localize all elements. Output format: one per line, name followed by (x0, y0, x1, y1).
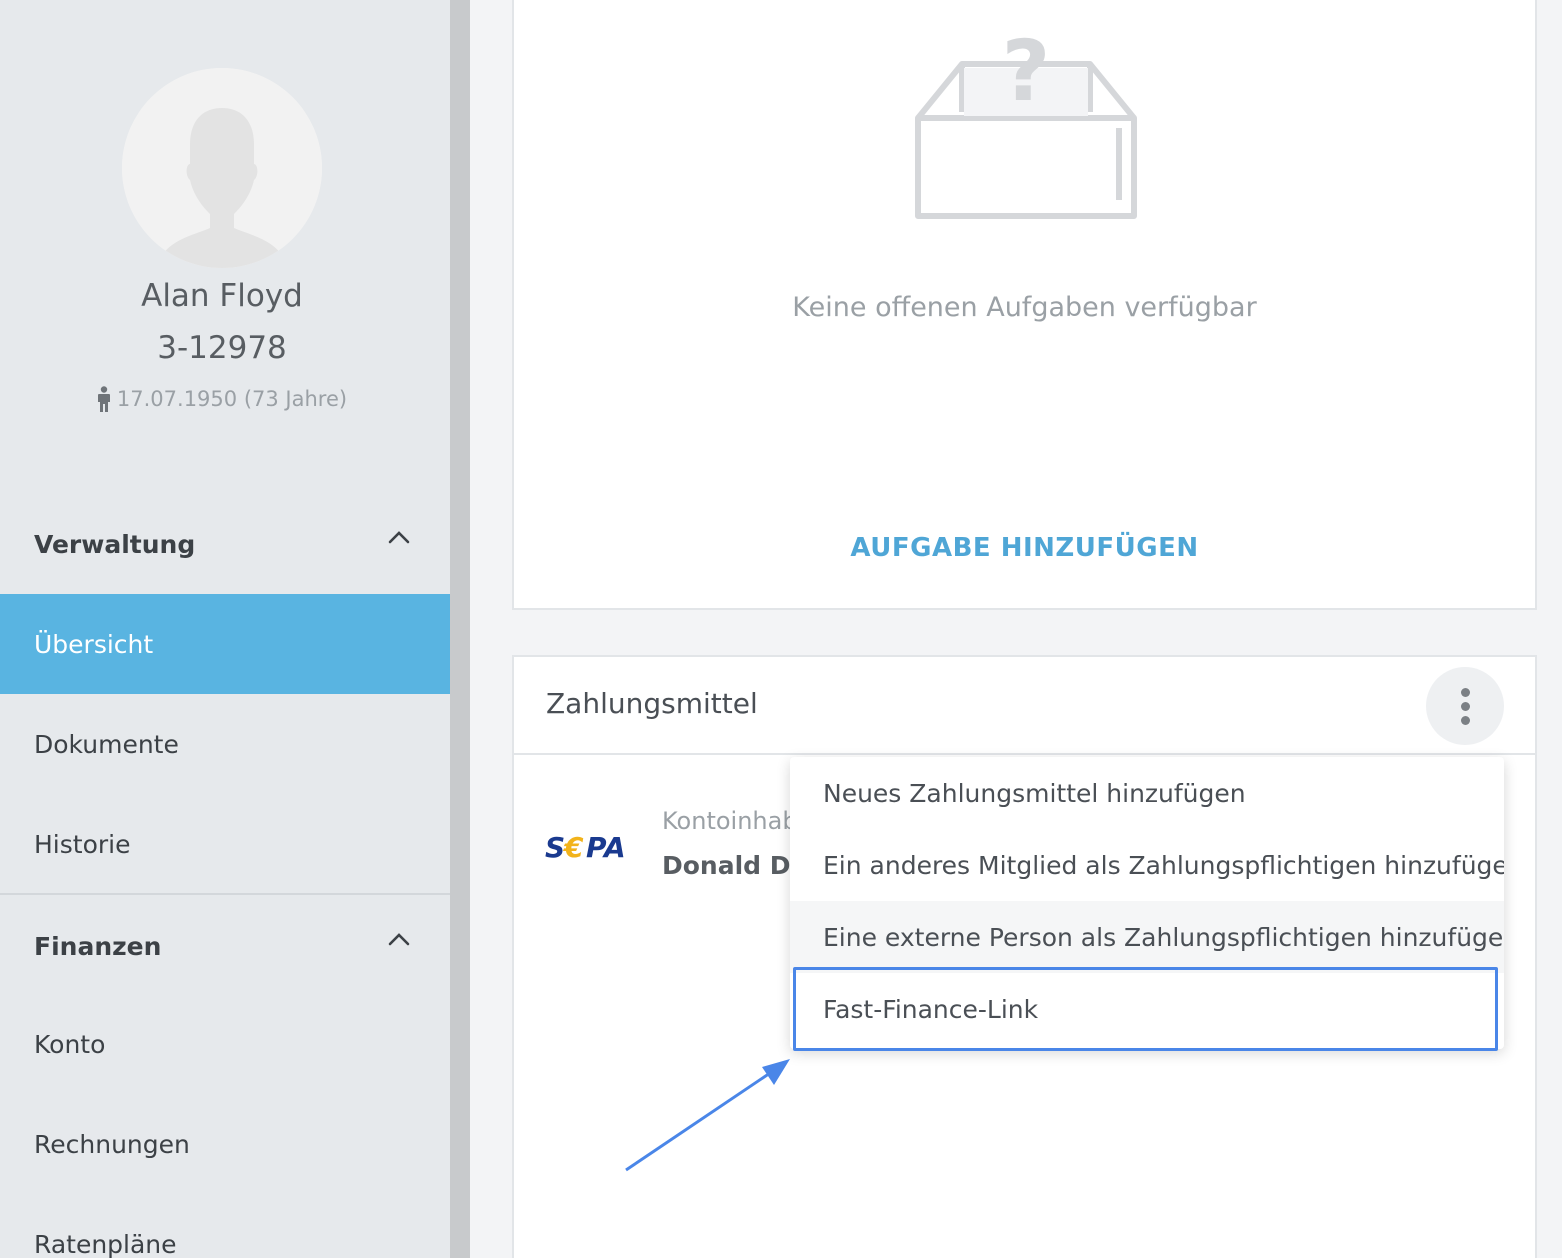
nav-section-verwaltung[interactable]: Verwaltung (0, 494, 450, 594)
menu-item-label: Neues Zahlungsmittel hinzufügen (823, 778, 1246, 808)
birth-date-text: 17.07.1950 (73 Jahre) (116, 387, 348, 411)
sidebar-item-konto[interactable]: Konto (0, 994, 450, 1094)
nav-section-label: Verwaltung (34, 529, 196, 559)
sidebar-item-historie[interactable]: Historie (0, 794, 450, 894)
sidebar-item-label: Übersicht (34, 629, 154, 659)
kebab-dot-icon (1460, 687, 1470, 697)
sidebar-item-label: Historie (34, 829, 131, 859)
user-silhouette-icon (122, 68, 322, 268)
avatar (122, 68, 322, 268)
empty-tasks-text: Keine offenen Aufgaben verfügbar (792, 292, 1257, 323)
tasks-card: ? Keine offenen Aufgaben verfügbar AUFGA… (512, 0, 1537, 610)
member-id: 3-12978 (157, 330, 287, 366)
svg-text:S: S (545, 831, 565, 863)
sidebar: Alan Floyd 3-12978 17.07.1950 (73 Jahre)… (0, 0, 450, 1258)
annotation-arrow-icon (625, 1059, 790, 1172)
add-task-button[interactable]: AUFGABE HINZUFÜGEN (514, 533, 1535, 563)
payment-card-title: Zahlungsmittel (546, 687, 758, 720)
menu-item-add-payment-method[interactable]: Neues Zahlungsmittel hinzufügen (790, 757, 1504, 829)
male-person-icon (97, 386, 110, 412)
sidebar-item-rechnungen[interactable]: Rechnungen (0, 1094, 450, 1194)
profile-name: Alan Floyd (141, 278, 303, 314)
sidebar-item-label: Ratenpläne (34, 1229, 177, 1258)
kebab-dot-icon (1460, 715, 1470, 725)
sepa-logo-icon: S € PA (545, 831, 626, 863)
svg-text:?: ? (1002, 28, 1051, 120)
payment-card-header: Zahlungsmittel (514, 657, 1535, 755)
sidebar-item-label: Konto (34, 1029, 106, 1059)
menu-item-add-external-payer[interactable]: Eine externe Person als Zahlungspflichti… (790, 901, 1504, 973)
annotation-highlight-box (793, 967, 1498, 1051)
empty-box-question-icon: ? (915, 28, 1137, 219)
chevron-up-icon (388, 933, 410, 946)
sidebar-item-label: Dokumente (34, 729, 179, 759)
sidebar-item-label: Rechnungen (34, 1129, 190, 1159)
svg-text:PA: PA (586, 831, 626, 863)
nav-divider (0, 893, 450, 895)
svg-text:€: € (562, 831, 584, 863)
kebab-dot-icon (1460, 701, 1470, 711)
sidebar-item-uebersicht[interactable]: Übersicht (0, 594, 450, 694)
nav-section-finanzen[interactable]: Finanzen (0, 896, 450, 996)
chevron-up-icon (388, 531, 410, 544)
birth-date: 17.07.1950 (73 Jahre) (0, 386, 444, 412)
more-options-button[interactable] (1426, 667, 1504, 745)
menu-item-label: Eine externe Person als Zahlungspflichti… (823, 922, 1504, 952)
sidebar-item-ratenplaene[interactable]: Ratenpläne (0, 1194, 450, 1258)
account-holder-label: Kontoinhab (662, 807, 798, 835)
menu-item-add-member-payer[interactable]: Ein anderes Mitglied als Zahlungspflicht… (790, 829, 1504, 901)
sidebar-scrollbar[interactable] (450, 0, 470, 1258)
nav-section-label: Finanzen (34, 931, 162, 961)
menu-item-label: Ein anderes Mitglied als Zahlungspflicht… (823, 850, 1504, 880)
sidebar-item-dokumente[interactable]: Dokumente (0, 694, 450, 794)
